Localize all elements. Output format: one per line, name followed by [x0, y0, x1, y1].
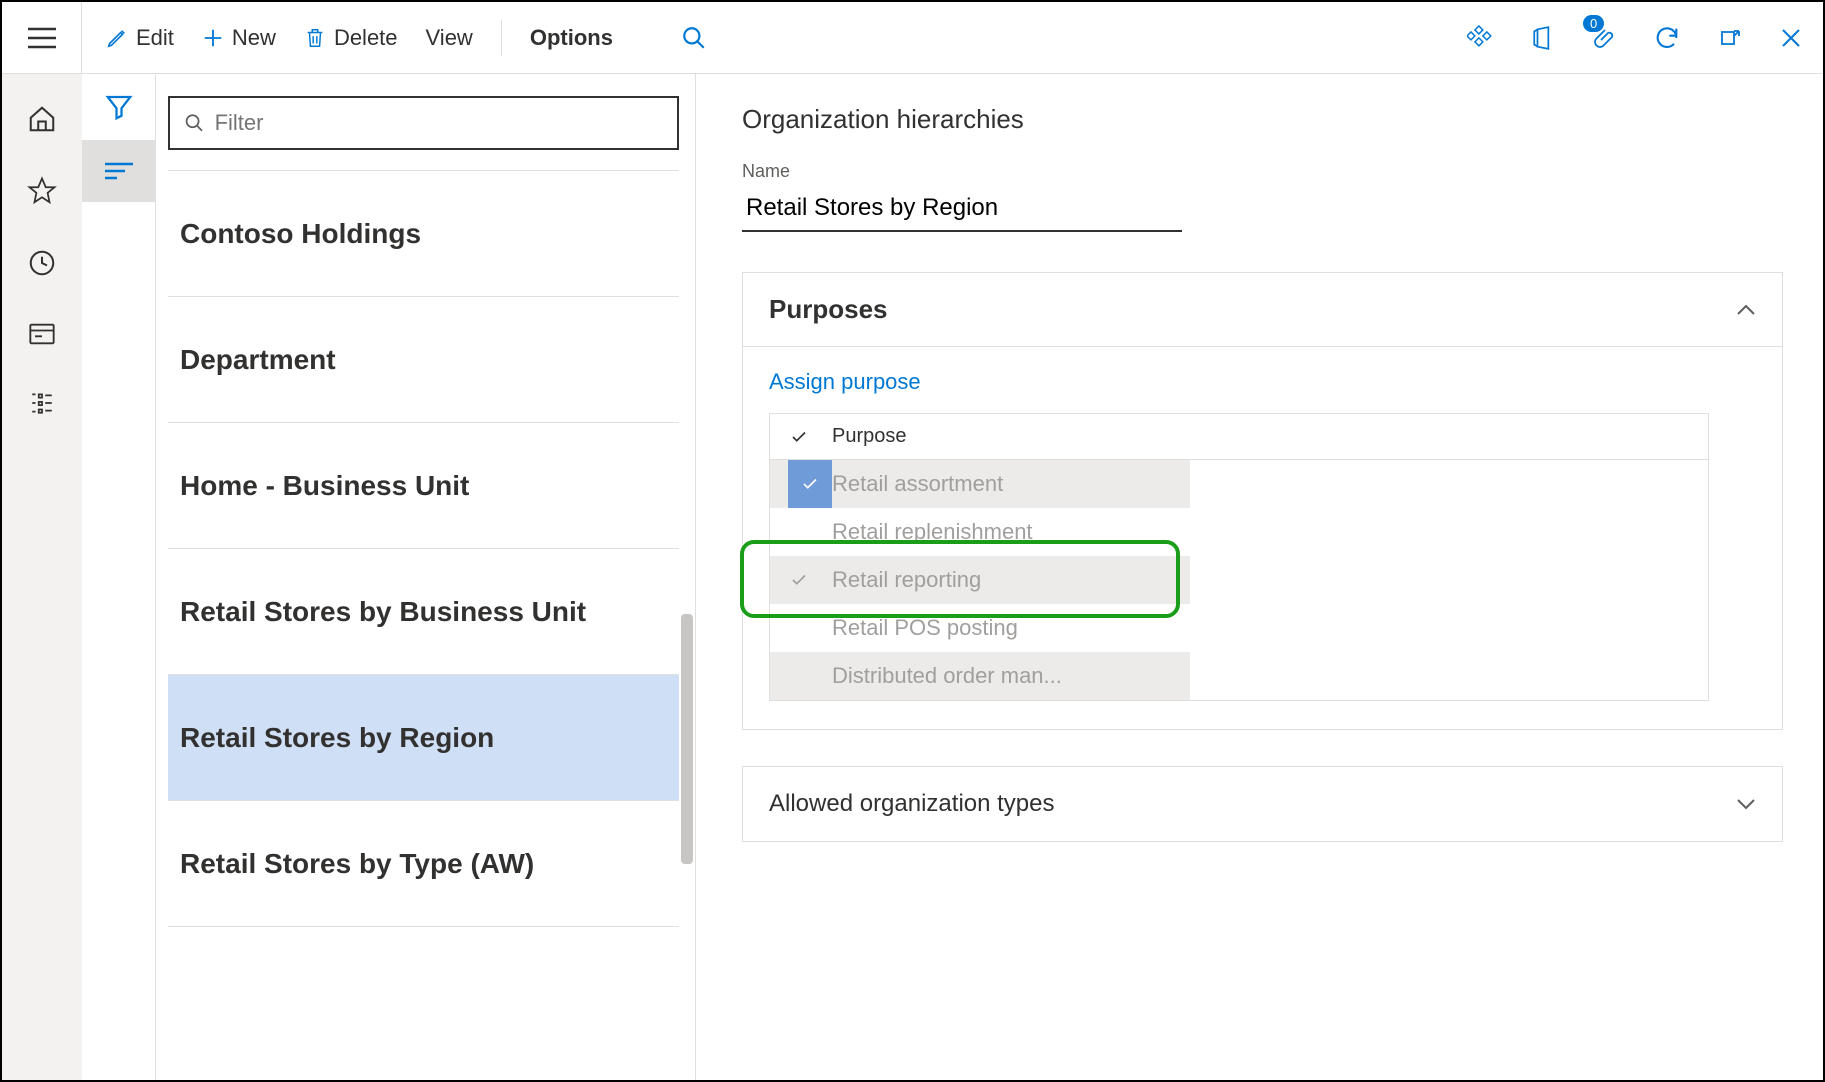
close-button[interactable]	[1779, 26, 1803, 50]
refresh-button[interactable]	[1653, 24, 1681, 52]
funnel-icon	[104, 92, 134, 122]
purpose-row-label: Retail replenishment	[832, 519, 1033, 545]
list-tools-rail	[82, 74, 156, 1080]
apps-button[interactable]	[1467, 24, 1495, 52]
purpose-row[interactable]: Retail reporting	[770, 556, 1190, 604]
diamond-grid-icon	[1467, 24, 1495, 52]
search-button[interactable]	[681, 25, 707, 51]
section-purposes-header[interactable]: Purposes	[743, 273, 1782, 347]
purpose-column-label: Purpose	[832, 425, 907, 448]
view-button[interactable]: View	[426, 25, 473, 51]
new-label: New	[232, 25, 276, 51]
purpose-row-check[interactable]	[788, 460, 832, 508]
list-item[interactable]: Contoso Holdings	[168, 171, 679, 297]
assign-purpose-link[interactable]: Assign purpose	[769, 369, 921, 395]
hierarchy-list: Contoso HoldingsDepartmentHome - Busines…	[168, 170, 679, 1080]
sort-toggle-button[interactable]	[82, 140, 155, 202]
recent-button[interactable]	[27, 248, 57, 278]
search-icon	[681, 25, 707, 51]
plus-icon	[202, 27, 224, 49]
options-button[interactable]: Options	[530, 25, 613, 51]
purpose-row-label: Retail assortment	[832, 471, 1003, 497]
list-item[interactable]: Department	[168, 297, 679, 423]
attachments-button[interactable]: 0	[1593, 23, 1617, 53]
check-icon	[788, 428, 810, 446]
filter-box[interactable]	[168, 96, 679, 150]
clock-icon	[27, 248, 57, 278]
purpose-row-label: Distributed order man...	[832, 663, 1062, 689]
purpose-row-label: Retail reporting	[832, 567, 981, 593]
purpose-table-header: Purpose	[770, 414, 1708, 460]
attachments-badge: 0	[1583, 15, 1604, 32]
toolbar-divider	[501, 20, 502, 56]
card-icon	[27, 320, 57, 348]
page-title: Organization hierarchies	[742, 104, 1783, 135]
hamburger-menu-button[interactable]	[2, 2, 82, 73]
list-item[interactable]: Retail Stores by Type (AW)	[168, 801, 679, 927]
section-purposes-title: Purposes	[769, 294, 888, 325]
office-button[interactable]	[1531, 24, 1557, 52]
home-icon	[27, 104, 57, 134]
popout-button[interactable]	[1717, 26, 1743, 50]
check-icon	[788, 571, 810, 589]
purpose-row[interactable]: Retail POS posting	[770, 604, 1708, 652]
delete-button[interactable]: Delete	[304, 25, 398, 51]
options-label: Options	[530, 25, 613, 51]
purpose-row[interactable]: Distributed order man...	[770, 652, 1190, 700]
edit-button[interactable]: Edit	[106, 25, 174, 51]
chevron-up-icon	[1736, 303, 1756, 317]
list-item[interactable]: Retail Stores by Business Unit	[168, 549, 679, 675]
sort-lines-icon	[103, 160, 135, 182]
trash-icon	[304, 26, 326, 50]
modules-button[interactable]	[27, 390, 57, 416]
purpose-row-label: Retail POS posting	[832, 615, 1018, 641]
purpose-row[interactable]: Retail replenishment	[770, 508, 1708, 556]
name-input[interactable]	[742, 188, 1182, 232]
favorites-button[interactable]	[27, 176, 57, 206]
search-icon	[184, 112, 205, 134]
delete-label: Delete	[334, 25, 398, 51]
chevron-down-icon	[1736, 797, 1756, 811]
refresh-icon	[1653, 24, 1681, 52]
hamburger-icon	[28, 27, 56, 49]
list-scrollbar[interactable]	[681, 614, 693, 864]
section-allowed-types-header[interactable]: Allowed organization types	[743, 767, 1782, 841]
filter-toggle-button[interactable]	[82, 74, 155, 140]
purpose-row-check[interactable]	[788, 571, 832, 589]
popout-icon	[1717, 26, 1743, 50]
close-icon	[1779, 26, 1803, 50]
list-item[interactable]: Retail Stores by Region	[168, 675, 679, 801]
check-icon	[799, 475, 821, 493]
list-item[interactable]: Home - Business Unit	[168, 423, 679, 549]
detail-pane: Organization hierarchies Name Purposes A…	[696, 74, 1823, 1080]
purpose-row[interactable]: Retail assortment	[770, 460, 1190, 508]
new-button[interactable]: New	[202, 25, 276, 51]
home-button[interactable]	[27, 104, 57, 134]
office-icon	[1531, 24, 1557, 52]
edit-label: Edit	[136, 25, 174, 51]
workspaces-button[interactable]	[27, 320, 57, 348]
action-bar: Edit New Delete View Options	[2, 2, 1823, 74]
navigation-rail	[2, 74, 82, 1080]
section-allowed-types: Allowed organization types	[742, 766, 1783, 842]
filter-input[interactable]	[215, 110, 663, 136]
star-icon	[27, 176, 57, 206]
section-purposes: Purposes Assign purpose Purpose Retail a…	[742, 272, 1783, 730]
section-allowed-types-title: Allowed organization types	[769, 790, 1055, 818]
view-label: View	[426, 25, 473, 51]
purpose-table: Purpose Retail assortment Retail replenis…	[769, 413, 1709, 701]
list-tree-icon	[27, 390, 57, 416]
name-label: Name	[742, 161, 1783, 182]
pencil-icon	[106, 27, 128, 49]
hierarchy-list-pane: Contoso HoldingsDepartmentHome - Busines…	[156, 74, 696, 1080]
